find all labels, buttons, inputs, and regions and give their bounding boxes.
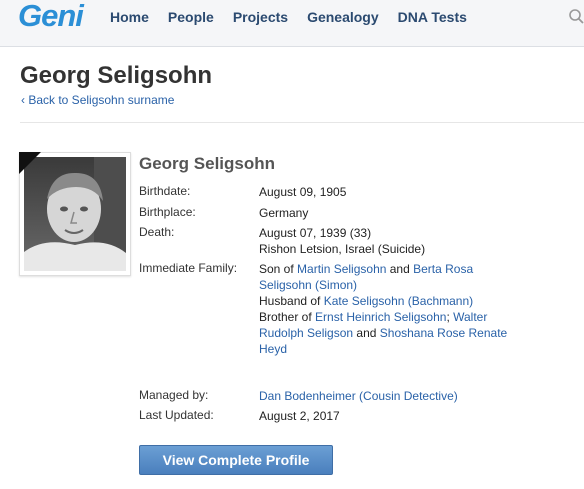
managed-by-label: Managed by: <box>139 388 209 402</box>
immediate-family-value: Son of Martin Seligsohn and Berta Rosa S… <box>259 262 508 356</box>
brother-link-ernst[interactable]: Ernst Heinrich Seligsohn <box>315 310 446 324</box>
death-value: August 07, 1939 (33) Rishon Letsion, Isr… <box>259 225 425 257</box>
main-nav: Home People Projects Genealogy DNA Tests <box>110 9 486 25</box>
death-date: August 07, 1939 (33) <box>259 226 372 240</box>
nav-people[interactable]: People <box>168 9 214 25</box>
nav-dna-tests[interactable]: DNA Tests <box>398 9 467 25</box>
birthdate-label: Birthdate: <box>139 184 191 198</box>
profile-photo-image <box>24 157 126 271</box>
nav-home[interactable]: Home <box>110 9 149 25</box>
top-navigation-bar: Geni Home People Projects Genealogy DNA … <box>0 0 584 47</box>
birthplace-value: Germany <box>259 206 309 220</box>
view-complete-profile-button[interactable]: View Complete Profile <box>139 445 333 475</box>
brother-link-walter-part2[interactable]: Rudolph Seligson <box>259 326 353 340</box>
father-link[interactable]: Martin Seligsohn <box>297 262 386 276</box>
death-label: Death: <box>139 225 175 239</box>
search-icon[interactable] <box>568 8 584 24</box>
nav-genealogy[interactable]: Genealogy <box>307 9 379 25</box>
page-title: Georg Seligsohn <box>20 62 213 89</box>
immediate-family-label: Immediate Family: <box>139 261 238 275</box>
mother-link-part1[interactable]: Berta Rosa <box>413 262 473 276</box>
managed-by-value: Dan Bodenheimer (Cousin Detective) <box>259 388 458 404</box>
sister-link-part2[interactable]: Heyd <box>259 342 287 356</box>
last-updated-value: August 2, 2017 <box>259 409 340 423</box>
mourning-ribbon-icon <box>19 152 41 174</box>
nav-projects[interactable]: Projects <box>233 9 288 25</box>
last-updated-label: Last Updated: <box>139 408 214 422</box>
manager-link[interactable]: Dan Bodenheimer (Cousin Detective) <box>259 389 458 403</box>
sister-link-part1[interactable]: Shoshana Rose Renate <box>380 326 507 340</box>
death-place: Rishon Letsion, Israel (Suicide) <box>259 242 426 256</box>
birthdate-value: August 09, 1905 <box>259 185 347 199</box>
profile-name[interactable]: Georg Seligsohn <box>139 154 275 174</box>
divider <box>20 122 584 123</box>
geni-logo[interactable]: Geni <box>18 0 84 32</box>
brother-link-walter-part1[interactable]: Walter <box>453 310 487 324</box>
birthplace-label: Birthplace: <box>139 205 196 219</box>
back-to-surname-link[interactable]: ‹ Back to Seligsohn surname <box>21 93 174 107</box>
wife-link[interactable]: Kate Seligsohn (Bachmann) <box>324 294 473 308</box>
mother-link-part2[interactable]: Seligsohn (Simon) <box>259 278 357 292</box>
